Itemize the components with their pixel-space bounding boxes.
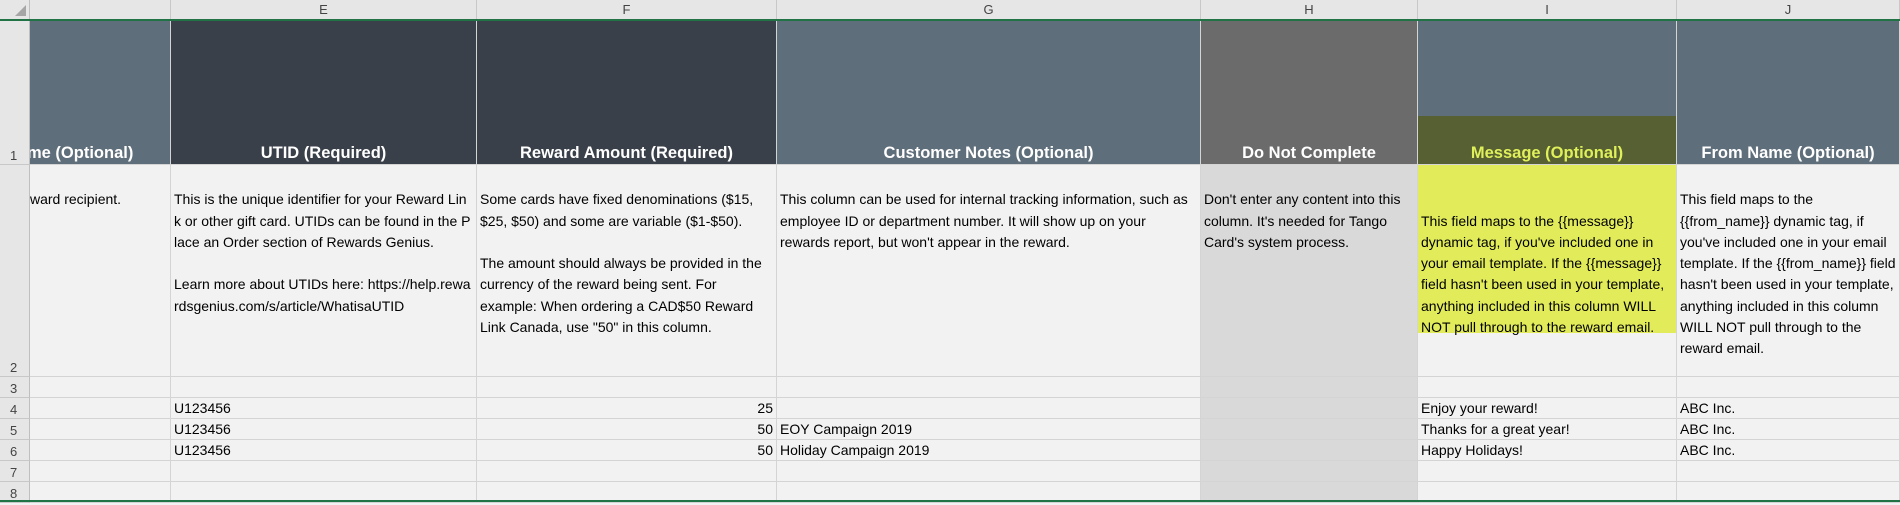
header-i-title: Message (Optional) xyxy=(1470,144,1624,162)
cell-h3[interactable] xyxy=(1201,377,1418,398)
row-header-3[interactable]: 3 xyxy=(0,377,30,398)
header-j-title: From Name (Optional) xyxy=(1701,144,1875,162)
cell-e7[interactable] xyxy=(171,461,477,482)
header-cell-h[interactable]: Do Not Complete xyxy=(1201,21,1418,165)
header-d-title: me (Optional) xyxy=(30,144,134,162)
row-header-7[interactable]: 7 xyxy=(0,461,30,482)
do-not-complete-cell[interactable] xyxy=(1201,419,1418,440)
header-cell-d[interactable]: me (Optional) xyxy=(30,21,171,165)
from-name-cell[interactable]: ABC Inc. xyxy=(1677,398,1900,419)
cell-i3[interactable] xyxy=(1418,377,1677,398)
notes-cell[interactable]: EOY Campaign 2019 xyxy=(777,419,1201,440)
amount-cell[interactable]: 25 xyxy=(477,398,777,419)
header-e-title: UTID (Required) xyxy=(260,144,387,162)
cell-j3[interactable] xyxy=(1677,377,1900,398)
description-j-text: This field maps to the {{from_name}} dyn… xyxy=(1680,191,1896,357)
cell-g7[interactable] xyxy=(777,461,1201,482)
cell-f7[interactable] xyxy=(477,461,777,482)
description-cell-f[interactable]: Some cards have fixed denominations ($15… xyxy=(477,165,777,377)
cell-g3[interactable] xyxy=(777,377,1201,398)
utid-cell[interactable]: U123456 xyxy=(171,398,477,419)
notes-cell[interactable]: Holiday Campaign 2019 xyxy=(777,440,1201,461)
cell-d7[interactable] xyxy=(30,461,171,482)
cell-d3[interactable] xyxy=(30,377,171,398)
description-cell-g[interactable]: This column can be used for internal tra… xyxy=(777,165,1201,377)
description-cell-j[interactable]: This field maps to the {{from_name}} dyn… xyxy=(1677,165,1900,377)
row-header-1[interactable]: 1 xyxy=(0,21,30,165)
amount-cell[interactable]: 50 xyxy=(477,440,777,461)
column-header-d[interactable] xyxy=(30,0,171,20)
cell-f3[interactable] xyxy=(477,377,777,398)
table-bottom-border xyxy=(0,500,1900,502)
row-header-2[interactable]: 2 xyxy=(0,165,30,377)
from-name-cell[interactable]: ABC Inc. xyxy=(1677,440,1900,461)
header-cell-f[interactable]: Reward Amount (Required) xyxy=(477,21,777,165)
header-cell-g[interactable]: Customer Notes (Optional) xyxy=(777,21,1201,165)
utid-cell[interactable]: U123456 xyxy=(171,440,477,461)
spreadsheet: E F G H I J 1 2 3 4 5 6 7 8 me (Optional… xyxy=(0,0,1900,505)
header-cell-i[interactable]: Message (Optional) xyxy=(1418,21,1677,165)
message-cell[interactable]: Thanks for a great year! xyxy=(1418,419,1677,440)
do-not-complete-cell[interactable] xyxy=(1201,398,1418,419)
description-cell-h[interactable]: Don't enter any content into this column… xyxy=(1201,165,1418,377)
do-not-complete-cell[interactable] xyxy=(1201,440,1418,461)
row-header-5[interactable]: 5 xyxy=(0,419,30,440)
cell-d6[interactable] xyxy=(30,440,171,461)
cell-d5[interactable] xyxy=(30,419,171,440)
description-cell-d[interactable]: ward recipient. xyxy=(30,165,171,377)
message-cell[interactable]: Happy Holidays! xyxy=(1418,440,1677,461)
description-cell-e[interactable]: This is the unique identifier for your R… xyxy=(171,165,477,377)
cell-h7[interactable] xyxy=(1201,461,1418,482)
cell-j7[interactable] xyxy=(1677,461,1900,482)
description-e-text: This is the unique identifier for your R… xyxy=(174,191,471,314)
cell-i7[interactable] xyxy=(1418,461,1677,482)
header-cell-j[interactable]: From Name (Optional) xyxy=(1677,21,1900,165)
description-f-text: Some cards have fixed denominations ($15… xyxy=(480,191,762,336)
column-header-f[interactable]: F xyxy=(477,0,777,20)
select-all-corner[interactable] xyxy=(0,0,30,20)
cell-e3[interactable] xyxy=(171,377,477,398)
column-header-h[interactable]: H xyxy=(1201,0,1418,20)
header-cell-e[interactable]: UTID (Required) xyxy=(171,21,477,165)
row-header-4[interactable]: 4 xyxy=(0,398,30,419)
message-cell[interactable]: Enjoy your reward! xyxy=(1418,398,1677,419)
utid-cell[interactable]: U123456 xyxy=(171,419,477,440)
header-g-title: Customer Notes (Optional) xyxy=(883,144,1094,162)
description-g-text: This column can be used for internal tra… xyxy=(780,191,1188,250)
header-i-highlight: Message (Optional) xyxy=(1418,116,1676,164)
header-f-title: Reward Amount (Required) xyxy=(520,144,733,162)
description-h-text: Don't enter any content into this column… xyxy=(1204,191,1401,250)
amount-cell[interactable]: 50 xyxy=(477,419,777,440)
column-header-i[interactable]: I xyxy=(1418,0,1677,20)
column-header-e[interactable]: E xyxy=(171,0,477,20)
cell-d4[interactable] xyxy=(30,398,171,419)
notes-cell[interactable] xyxy=(777,398,1201,419)
from-name-cell[interactable]: ABC Inc. xyxy=(1677,419,1900,440)
description-d-text: ward recipient. xyxy=(30,191,122,208)
header-h-title: Do Not Complete xyxy=(1242,144,1376,162)
column-header-j[interactable]: J xyxy=(1677,0,1900,20)
description-cell-i[interactable]: This field maps to the {{message}} dynam… xyxy=(1418,165,1677,377)
column-header-g[interactable]: G xyxy=(777,0,1201,20)
select-all-triangle-icon xyxy=(15,5,26,16)
row-header-6[interactable]: 6 xyxy=(0,440,30,461)
